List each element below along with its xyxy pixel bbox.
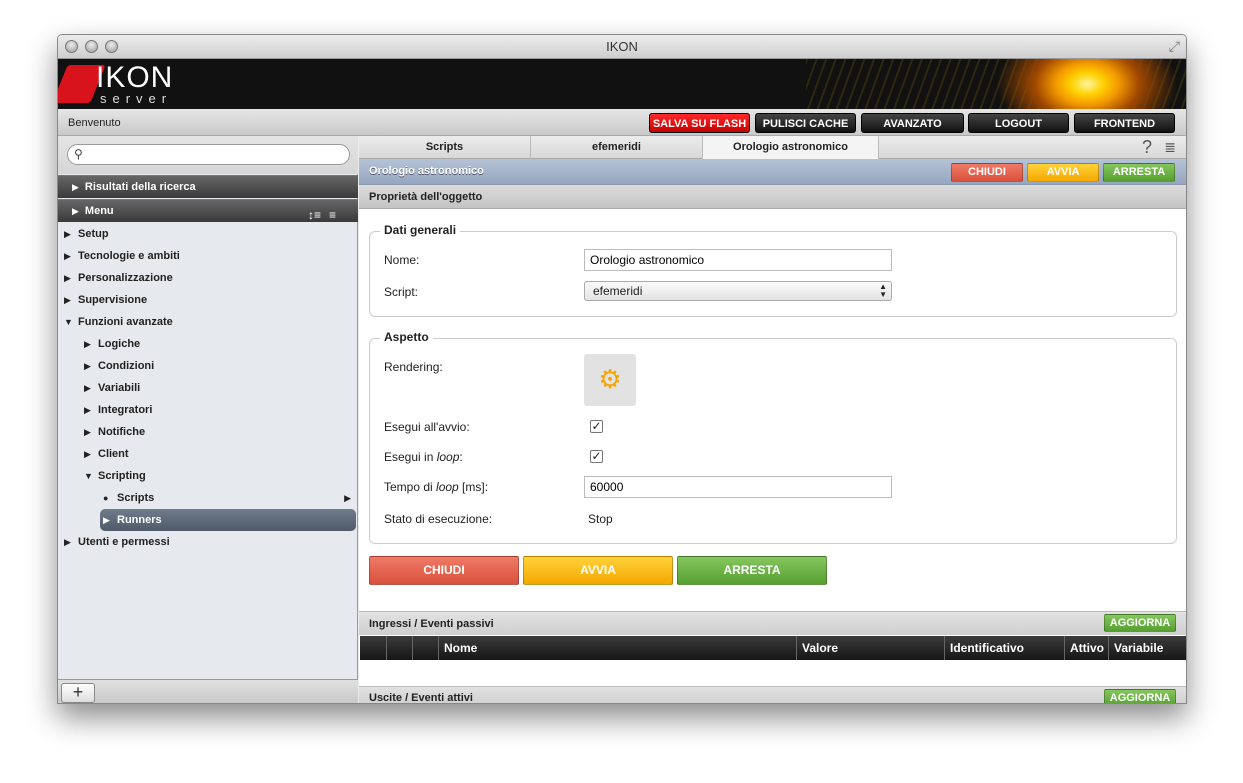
column-valore[interactable]: Valore [796,636,944,660]
tab-bar: Scripts efemeridi Orologio astronomico ?… [359,136,1186,159]
expand-all-icon[interactable]: ↕≡ [308,204,321,227]
banner-graphic [806,59,1186,109]
general-fieldset: Dati generali Nome: Script: efemeridi▲▼ [369,223,1177,317]
fullscreen-icon[interactable]: ⤢ [1169,39,1180,53]
column-attivo[interactable]: Attivo [1064,636,1108,660]
aspect-legend: Aspetto [380,330,433,344]
state-value: Stop [588,512,613,526]
script-select[interactable]: efemeridi ▲ ▼ [584,281,892,301]
sidebar-item-scripting[interactable]: ▼ Scripting [84,465,146,487]
help-icon[interactable]: ? [1142,137,1152,158]
tab-orologio[interactable]: Orologio astronomico [703,136,879,159]
sidebar-item-scripts[interactable]: ● Scripts ▶ [103,487,353,509]
script-label: Script: [384,285,419,299]
minimize-window-icon[interactable] [85,40,98,53]
window-title: IKON [606,39,638,54]
avvia-header-button[interactable]: AVVIA [1027,163,1099,182]
loop-time-label: Tempo di loop [ms]: [384,480,489,494]
sidebar-item-funzioni-avanzate[interactable]: ▼ Funzioni avanzate [64,311,173,333]
search-icon: ⚲ [74,147,83,161]
logout-button[interactable]: LOGOUT [968,113,1069,133]
collapse-all-icon[interactable]: ≡ [329,204,336,227]
sidebar-item-setup[interactable]: ▶ Setup [64,223,109,245]
document-list-icon[interactable]: ≣ [1164,139,1176,156]
sidebar-item-client[interactable]: ▶ Client [84,443,129,465]
startup-checkbox[interactable]: ✓ [590,420,603,433]
header-banner: IKON server [58,59,1186,109]
object-title: Orologio astronomico [369,165,484,177]
loop-label: Esegui in loop: [384,450,463,464]
add-button[interactable]: + [61,683,95,703]
sidebar: ⚲ ▶ Risultati della ricerca ▶ Menu ↕≡ ≡ ▶ S… [58,136,358,703]
frontend-button[interactable]: FRONTEND [1074,113,1175,133]
gear-icon[interactable]: ⚙ [584,354,636,406]
top-toolbar: Benvenuto SALVA SU FLASH PULISCI CACHE A… [58,109,1186,136]
state-label: Stato di esecuzione: [384,512,493,526]
ikon-logo: IKON server [58,61,190,109]
app-window: IKON ⤢ IKON server Benvenuto SALVA SU FL… [57,34,1187,704]
properties-header: Proprietà dell'oggetto [359,185,1186,209]
salva-su-flash-button[interactable]: SALVA SU FLASH [649,113,750,133]
arresta-button[interactable]: ARRESTA [677,556,827,585]
column-variabile[interactable]: Variabile [1108,636,1186,660]
sidebar-item-runners[interactable]: ▶ Runners [100,509,356,531]
nome-label: Nome: [384,253,420,267]
main-panel: Scripts efemeridi Orologio astronomico ?… [359,136,1186,703]
inputs-grid-header: Ingressi / Eventi passivi AGGIORNA [359,611,1186,635]
arresta-header-button[interactable]: ARRESTA [1103,163,1175,182]
column-identificativo[interactable]: Identificativo [944,636,1064,660]
tab-efemeridi[interactable]: efemeridi [531,136,703,159]
object-title-bar: Orologio astronomico CHIUDI AVVIA ARREST… [359,159,1186,185]
inputs-grid-columns: Nome Valore Identificativo Attivo Variab… [360,636,1186,660]
select-arrows-icon: ▲ ▼ [879,282,887,299]
sidebar-item-notifiche[interactable]: ▶ Notifiche [84,421,145,443]
sidebar-item-logiche[interactable]: ▶ Logiche [84,333,140,355]
welcome-text: Benvenuto [68,117,121,129]
submenu-arrow-icon: ▶ [344,493,351,503]
inputs-refresh-button[interactable]: AGGIORNA [1104,614,1176,632]
rendering-label: Rendering: [384,360,443,374]
sidebar-item-tecnologie[interactable]: ▶ Tecnologie e ambiti [64,245,180,267]
loop-time-input[interactable] [584,476,892,498]
outputs-refresh-button[interactable]: AGGIORNA [1104,689,1176,703]
startup-label: Esegui all'avvio: [384,420,470,434]
search-results-header[interactable]: ▶ Risultati della ricerca [58,175,358,198]
sidebar-item-integratori[interactable]: ▶ Integratori [84,399,152,421]
avanzato-button[interactable]: AVANZATO [861,113,964,133]
nome-input[interactable] [584,249,892,271]
pulisci-cache-button[interactable]: PULISCI CACHE [755,113,856,133]
general-legend: Dati generali [380,223,461,237]
menu-header[interactable]: ▶ Menu ↕≡ ≡ [58,199,358,222]
title-bar: IKON ⤢ [58,35,1186,59]
sidebar-item-supervisione[interactable]: ▶ Supervisione [64,289,147,311]
close-window-icon[interactable] [65,40,78,53]
chiudi-header-button[interactable]: CHIUDI [951,163,1023,182]
search-input[interactable] [67,144,350,165]
sidebar-item-condizioni[interactable]: ▶ Condizioni [84,355,154,377]
avvia-button[interactable]: AVVIA [523,556,673,585]
chiudi-button[interactable]: CHIUDI [369,556,519,585]
sidebar-item-utenti[interactable]: ▶ Utenti e permessi [64,531,170,553]
zoom-window-icon[interactable] [105,40,118,53]
loop-checkbox[interactable]: ✓ [590,450,603,463]
outputs-grid-header: Uscite / Eventi attivi AGGIORNA [359,686,1186,703]
sidebar-item-variabili[interactable]: ▶ Variabili [84,377,140,399]
tab-scripts[interactable]: Scripts [359,136,531,159]
sidebar-item-personalizzazione[interactable]: ▶ Personalizzazione [64,267,173,289]
column-nome[interactable]: Nome [438,636,796,660]
aspect-fieldset: Aspetto Rendering: ⚙ Esegui all'avvio: ✓… [369,330,1177,544]
